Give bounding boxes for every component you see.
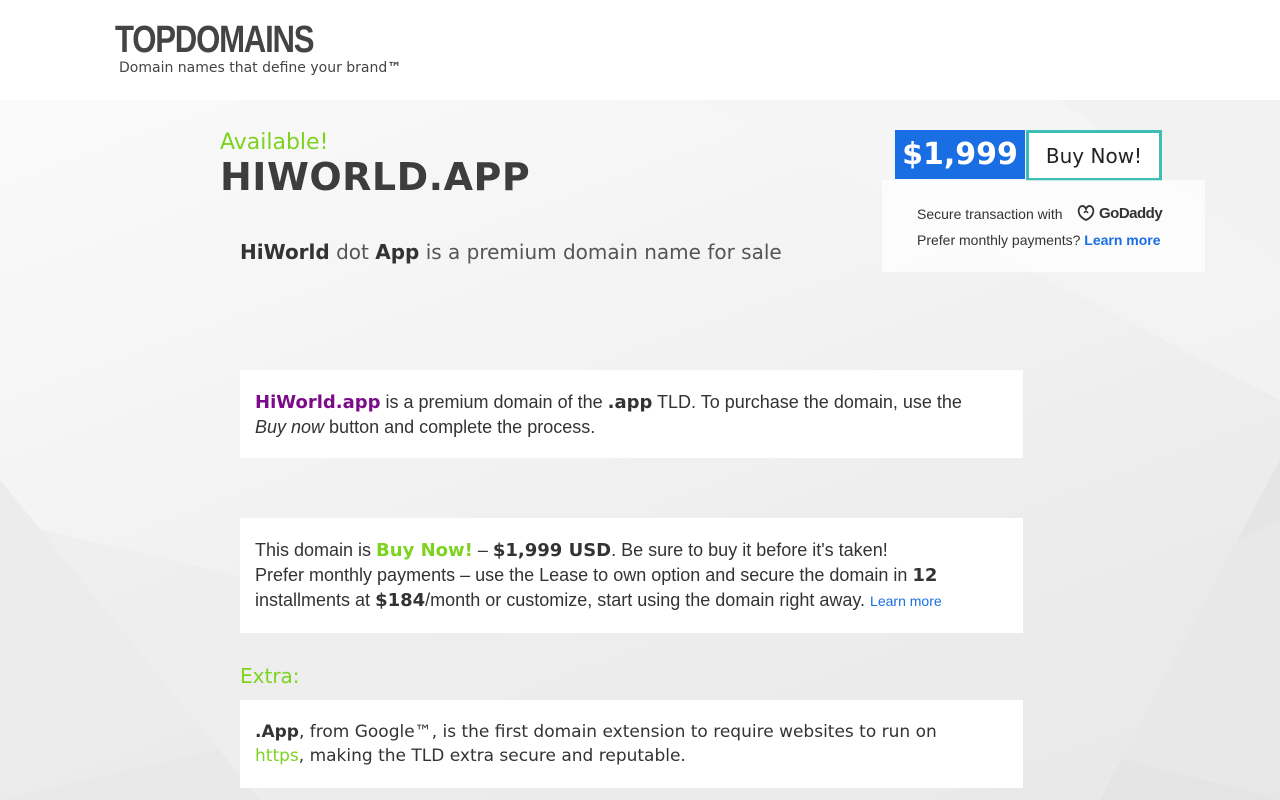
pricing-text: This domain is Buy Now! – $1,999 USD. Be…	[255, 540, 942, 611]
description-card: HiWorld.app is a premium domain of the .…	[240, 370, 1023, 458]
inline-buy-now-link[interactable]: Buy Now!	[376, 540, 473, 561]
extra-label: Extra:	[240, 664, 300, 688]
godaddy-logo: GoDaddy	[1076, 204, 1163, 222]
price-badge: $1,999	[895, 130, 1025, 179]
secure-panel	[882, 180, 1205, 272]
learn-more-link[interactable]: Learn more	[1084, 232, 1160, 248]
site-tagline: Domain names that define your brand™	[119, 60, 402, 76]
godaddy-icon	[1077, 205, 1095, 221]
domain-subtitle: HiWorld dot App is a premium domain name…	[240, 240, 782, 264]
buy-now-button[interactable]: Buy Now!	[1026, 130, 1162, 181]
domain-title: HIWORLD.APP	[220, 155, 531, 199]
secure-transaction-text: Secure transaction with	[917, 206, 1063, 222]
available-label: Available!	[220, 130, 329, 155]
site-logo[interactable]: TOPDOMAINS	[115, 18, 315, 62]
pricing-card: This domain is Buy Now! – $1,999 USD. Be…	[240, 518, 1023, 633]
lease-learn-more-link[interactable]: Learn more	[870, 593, 942, 609]
monthly-payments-line: Prefer monthly payments? Learn more	[917, 232, 1161, 248]
description-text: HiWorld.app is a premium domain of the .…	[255, 392, 962, 437]
extra-text: .App, from Google™, is the first domain …	[255, 722, 937, 766]
extra-card: .App, from Google™, is the first domain …	[240, 700, 1023, 788]
site-header: TOPDOMAINS Domain names that define your…	[0, 0, 1280, 100]
